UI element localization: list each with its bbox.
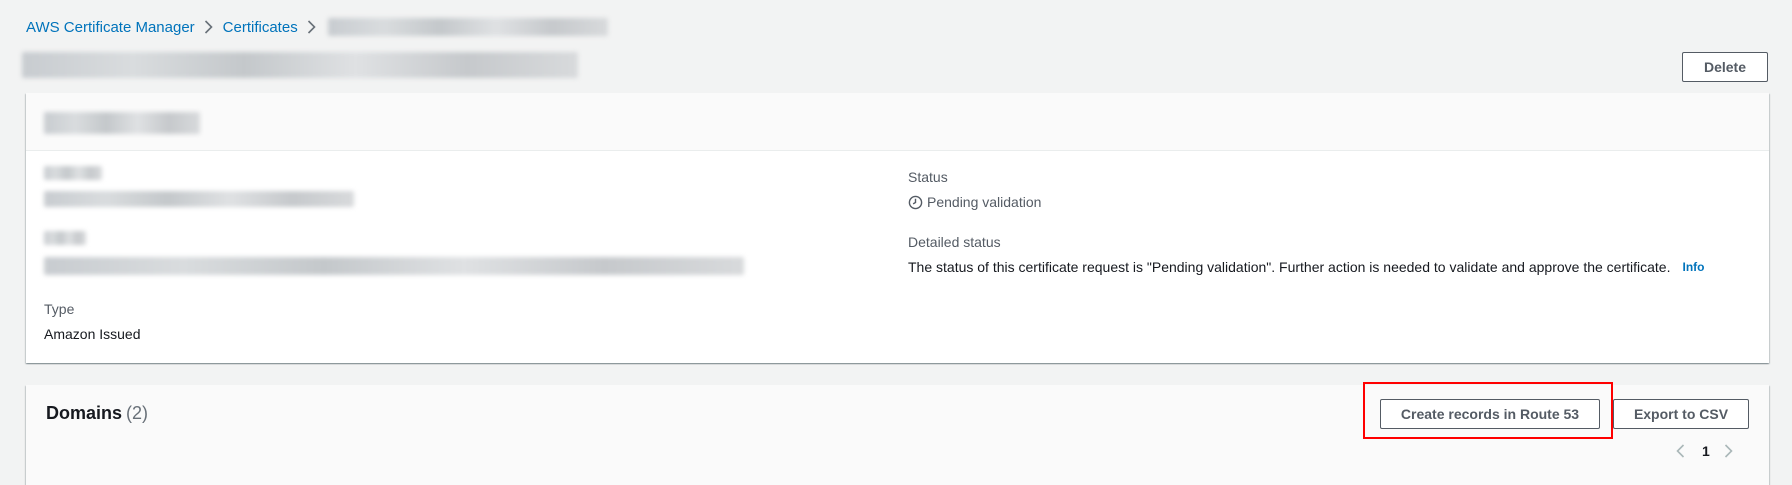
status-value: Pending validation — [908, 194, 1041, 210]
chevron-right-icon — [298, 20, 326, 34]
domains-heading: Domains (2) — [46, 403, 148, 424]
breadcrumb-current-redacted — [327, 18, 608, 36]
create-records-route53-button[interactable]: Create records in Route 53 — [1380, 399, 1600, 429]
info-link[interactable]: Info — [1682, 260, 1704, 274]
delete-button[interactable]: Delete — [1682, 52, 1768, 82]
status-label: Status — [908, 169, 948, 185]
chevron-right-icon — [195, 20, 223, 34]
clock-icon — [908, 195, 923, 210]
redacted-field-value — [44, 191, 354, 207]
breadcrumb-certificates-link[interactable]: Certificates — [223, 19, 298, 36]
redacted-field-value — [44, 257, 744, 275]
certificate-status-panel: Type Amazon Issued Status Pending valida… — [26, 93, 1769, 363]
redacted-field-label — [44, 166, 102, 180]
panel-title-redacted — [44, 112, 200, 134]
domains-count: (2) — [126, 403, 149, 423]
breadcrumb: AWS Certificate Manager Certificates — [26, 17, 608, 37]
page-title-redacted — [22, 52, 578, 78]
chevron-left-icon[interactable] — [1676, 443, 1688, 459]
redacted-field-label — [44, 231, 86, 245]
type-value: Amazon Issued — [44, 326, 141, 342]
domains-title: Domains — [46, 403, 123, 423]
export-csv-button[interactable]: Export to CSV — [1613, 399, 1749, 429]
chevron-right-icon[interactable] — [1724, 443, 1736, 459]
breadcrumb-acm-link[interactable]: AWS Certificate Manager — [26, 19, 195, 36]
detailed-status-text: The status of this certificate request i… — [908, 259, 1671, 275]
detailed-status-label: Detailed status — [908, 234, 1001, 250]
page-number[interactable]: 1 — [1702, 443, 1710, 459]
status-text: Pending validation — [927, 194, 1042, 210]
pagination: 1 — [1676, 443, 1736, 459]
panel-header — [26, 93, 1769, 151]
detailed-status-value: The status of this certificate request i… — [908, 259, 1704, 275]
type-label: Type — [44, 301, 75, 317]
domains-panel: Domains (2) Create records in Route 53 Ex… — [26, 382, 1769, 485]
